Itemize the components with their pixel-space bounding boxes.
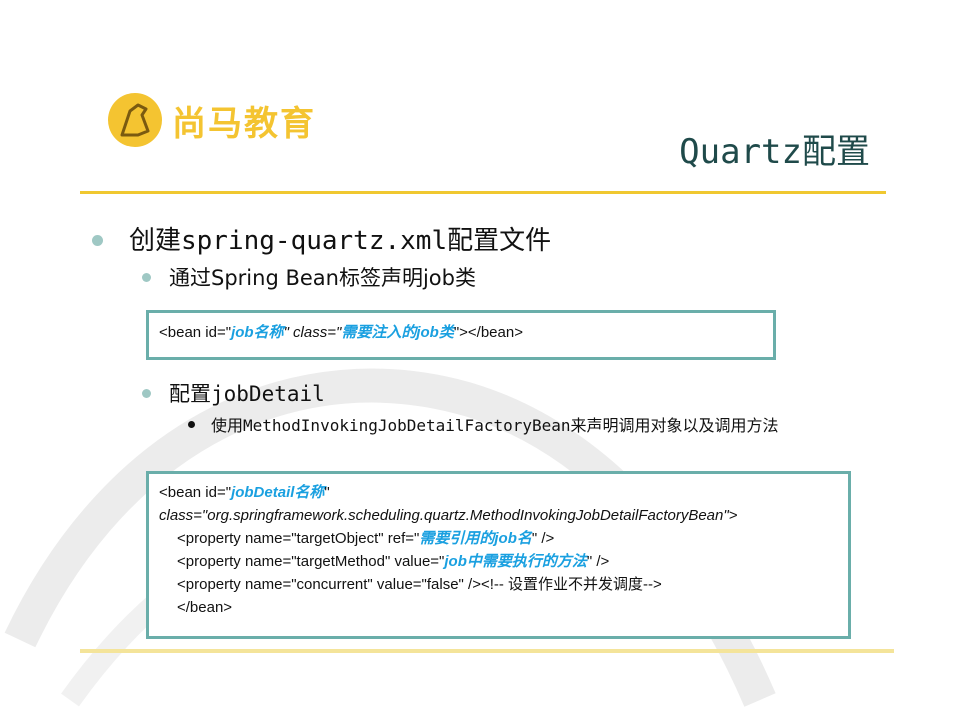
bullet-level3: 使用MethodInvokingJobDetailFactoryBean来声明调… [188,413,878,439]
bullet-text: 配置jobDetail [169,382,325,406]
brand-name: 尚马教育 [172,103,316,144]
bullet-text: 创建spring-quartz.xml配置文件 [129,226,552,256]
code-line: <bean id="job名称" class="需要注入的job类"></bea… [159,324,523,341]
code-box-jobdetail: <bean id="jobDetail名称" class="org.spring… [146,471,851,639]
code-box-bean: <bean id="job名称" class="需要注入的job类"></bea… [146,310,776,360]
bullet-text: 通过Spring Bean标签声明job类 [169,266,476,290]
code-line: <property name="targetObject" ref="需要引用的… [177,530,555,547]
bullet-level2-jobdetail: 配置jobDetail [142,378,325,408]
code-line: </bean> [177,599,233,616]
brand-logo: 尚马教育 [108,93,316,147]
code-line: <property name="concurrent" value="false… [177,576,662,593]
bullet-text: 使用MethodInvokingJobDetailFactoryBean来声明调… [211,416,779,435]
code-line: <property name="targetMethod" value="job… [177,553,610,570]
bullet-level1: 创建spring-quartz.xml配置文件 [92,220,551,257]
footer-divider [80,649,894,653]
code-line: <bean id="jobDetail名称" [159,484,330,501]
bullet-dot [142,388,151,398]
horse-logo-icon [108,93,162,147]
bullet-level2-bean: 通过Spring Bean标签声明job类 [142,262,476,292]
bullet-dot [92,235,103,246]
bullet-dot [142,272,151,282]
slide-title: Quartz配置 [679,132,870,172]
title-divider [80,191,886,194]
bullet-dot [188,421,195,428]
code-line: class="org.springframework.scheduling.qu… [159,507,738,524]
